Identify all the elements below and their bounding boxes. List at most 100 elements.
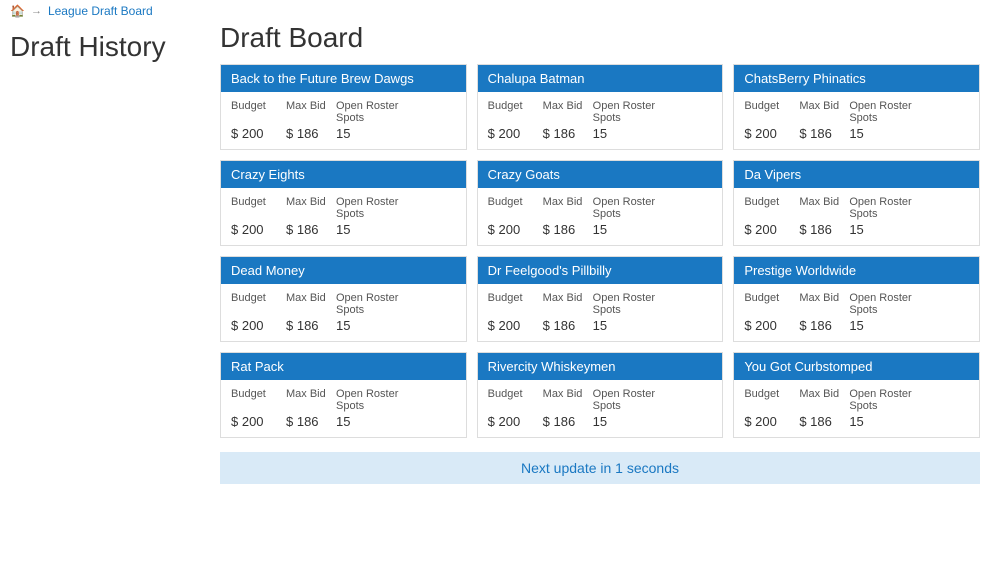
team-card[interactable]: Dr Feelgood's Pillbilly Budget Max Bid O… [477,256,724,342]
breadcrumb-link[interactable]: League Draft Board [48,4,153,18]
sidebar: Draft History [10,22,210,484]
openroster-value: 15 [849,126,929,141]
openroster-value: 15 [336,126,416,141]
openroster-label: Open Roster Spots [849,100,929,124]
team-name: Crazy Goats [478,161,723,188]
stats-value-row: $ 200 $ 186 15 [744,414,969,429]
team-card[interactable]: You Got Curbstomped Budget Max Bid Open … [733,352,980,438]
main-title: Draft Board [220,22,980,54]
team-name: Crazy Eights [221,161,466,188]
team-card[interactable]: Rivercity Whiskeymen Budget Max Bid Open… [477,352,724,438]
budget-label: Budget [488,292,543,316]
maxbid-value: $ 186 [286,414,336,429]
openroster-label: Open Roster Spots [336,100,416,124]
team-card[interactable]: Prestige Worldwide Budget Max Bid Open R… [733,256,980,342]
budget-value: $ 200 [231,414,286,429]
maxbid-value: $ 186 [543,126,593,141]
stats-value-row: $ 200 $ 186 15 [488,126,713,141]
team-body: Budget Max Bid Open Roster Spots $ 200 $… [478,188,723,245]
budget-value: $ 200 [488,414,543,429]
budget-value: $ 200 [231,222,286,237]
openroster-value: 15 [336,222,416,237]
team-body: Budget Max Bid Open Roster Spots $ 200 $… [478,380,723,437]
team-card[interactable]: Da Vipers Budget Max Bid Open Roster Spo… [733,160,980,246]
maxbid-value: $ 186 [286,318,336,333]
budget-value: $ 200 [231,126,286,141]
stats-label-row: Budget Max Bid Open Roster Spots [744,388,969,412]
team-card[interactable]: Crazy Goats Budget Max Bid Open Roster S… [477,160,724,246]
maxbid-label: Max Bid [799,292,849,316]
maxbid-label: Max Bid [286,100,336,124]
stats-value-row: $ 200 $ 186 15 [488,222,713,237]
budget-value: $ 200 [231,318,286,333]
stats-value-row: $ 200 $ 186 15 [744,222,969,237]
maxbid-value: $ 186 [286,222,336,237]
maxbid-value: $ 186 [799,414,849,429]
maxbid-value: $ 186 [799,318,849,333]
team-name: Rivercity Whiskeymen [478,353,723,380]
budget-label: Budget [488,196,543,220]
budget-value: $ 200 [744,318,799,333]
stats-label-row: Budget Max Bid Open Roster Spots [231,388,456,412]
budget-value: $ 200 [488,318,543,333]
team-name: ChatsBerry Phinatics [734,65,979,92]
breadcrumb-bar: 🏠 → League Draft Board [0,0,1000,22]
stats-value-row: $ 200 $ 186 15 [231,414,456,429]
maxbid-label: Max Bid [799,196,849,220]
maxbid-label: Max Bid [286,292,336,316]
openroster-value: 15 [336,414,416,429]
budget-label: Budget [488,100,543,124]
maxbid-value: $ 186 [799,126,849,141]
team-name: You Got Curbstomped [734,353,979,380]
maxbid-label: Max Bid [543,196,593,220]
team-card[interactable]: Chalupa Batman Budget Max Bid Open Roste… [477,64,724,150]
team-body: Budget Max Bid Open Roster Spots $ 200 $… [734,284,979,341]
team-body: Budget Max Bid Open Roster Spots $ 200 $… [478,92,723,149]
team-card[interactable]: Crazy Eights Budget Max Bid Open Roster … [220,160,467,246]
team-body: Budget Max Bid Open Roster Spots $ 200 $… [221,380,466,437]
budget-label: Budget [488,388,543,412]
openroster-label: Open Roster Spots [593,292,673,316]
team-body: Budget Max Bid Open Roster Spots $ 200 $… [734,188,979,245]
team-name: Dr Feelgood's Pillbilly [478,257,723,284]
budget-value: $ 200 [744,126,799,141]
openroster-value: 15 [593,318,673,333]
main-content: Draft Board Back to the Future Brew Dawg… [210,22,990,484]
budget-value: $ 200 [488,222,543,237]
team-card[interactable]: Back to the Future Brew Dawgs Budget Max… [220,64,467,150]
budget-label: Budget [231,100,286,124]
stats-label-row: Budget Max Bid Open Roster Spots [744,100,969,124]
budget-label: Budget [744,292,799,316]
stats-value-row: $ 200 $ 186 15 [488,318,713,333]
home-icon[interactable]: 🏠 [10,4,25,18]
maxbid-value: $ 186 [543,414,593,429]
openroster-value: 15 [593,126,673,141]
budget-label: Budget [231,196,286,220]
stats-value-row: $ 200 $ 186 15 [231,126,456,141]
openroster-label: Open Roster Spots [593,196,673,220]
stats-label-row: Budget Max Bid Open Roster Spots [744,196,969,220]
budget-label: Budget [744,388,799,412]
team-card[interactable]: Rat Pack Budget Max Bid Open Roster Spot… [220,352,467,438]
stats-label-row: Budget Max Bid Open Roster Spots [488,100,713,124]
budget-value: $ 200 [488,126,543,141]
budget-label: Budget [231,292,286,316]
team-name: Prestige Worldwide [734,257,979,284]
status-bar: Next update in 1 seconds [220,452,980,484]
maxbid-value: $ 186 [543,318,593,333]
team-body: Budget Max Bid Open Roster Spots $ 200 $… [478,284,723,341]
openroster-label: Open Roster Spots [593,100,673,124]
team-card[interactable]: ChatsBerry Phinatics Budget Max Bid Open… [733,64,980,150]
budget-label: Budget [744,100,799,124]
maxbid-label: Max Bid [543,292,593,316]
openroster-label: Open Roster Spots [849,388,929,412]
budget-label: Budget [231,388,286,412]
maxbid-label: Max Bid [286,388,336,412]
team-card[interactable]: Dead Money Budget Max Bid Open Roster Sp… [220,256,467,342]
page-title: Draft History [10,30,210,64]
breadcrumb-arrow: → [31,5,42,17]
stats-label-row: Budget Max Bid Open Roster Spots [231,100,456,124]
team-body: Budget Max Bid Open Roster Spots $ 200 $… [221,188,466,245]
openroster-value: 15 [849,414,929,429]
openroster-value: 15 [849,318,929,333]
